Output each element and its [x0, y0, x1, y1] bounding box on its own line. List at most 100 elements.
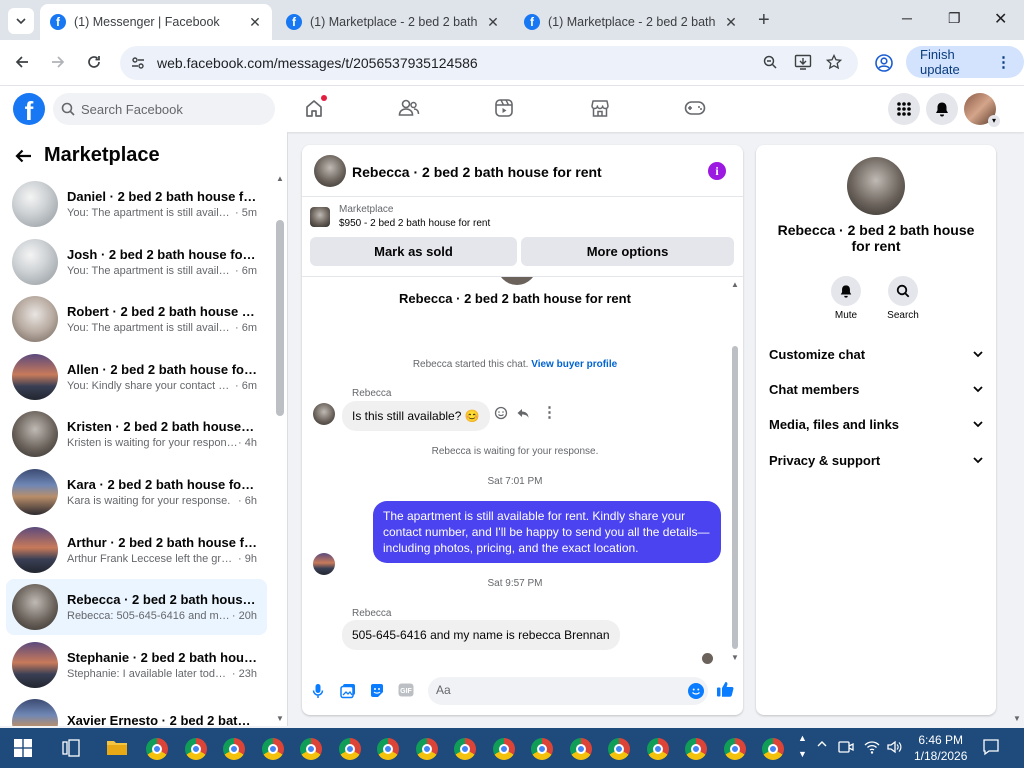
bookmark-star-icon[interactable]: [826, 54, 842, 70]
mute-button[interactable]: Mute: [826, 276, 866, 321]
section-chat-members[interactable]: Chat members: [769, 379, 983, 399]
close-tab-icon[interactable]: ✕: [724, 14, 738, 31]
sticker-icon[interactable]: [369, 683, 385, 699]
chrome-taskbar-icon[interactable]: [685, 738, 707, 760]
facebook-search[interactable]: [53, 93, 275, 125]
conversation-item[interactable]: Allen · 2 bed 2 bath house for r... You: …: [6, 349, 267, 405]
profile-icon[interactable]: [874, 53, 894, 73]
taskbar-clock[interactable]: 6:46 PM 1/18/2026: [914, 732, 967, 764]
chrome-taskbar-icon[interactable]: [184, 738, 207, 760]
thumbs-up-icon[interactable]: [716, 680, 734, 698]
mark-as-sold-button[interactable]: Mark as sold: [310, 237, 517, 266]
chrome-taskbar-icon[interactable]: [531, 738, 553, 760]
show-hidden-icons[interactable]: [816, 738, 828, 750]
close-tab-icon[interactable]: ✕: [486, 14, 500, 31]
conversation-item[interactable]: Stephanie · 2 bed 2 bath house ... Stepha…: [6, 637, 267, 693]
chrome-taskbar-icon[interactable]: [492, 738, 515, 760]
tab-marketplace-1[interactable]: f (1) Marketplace - 2 bed 2 bath house ✕: [276, 4, 510, 40]
view-buyer-profile-link[interactable]: View buyer profile: [531, 359, 617, 370]
chrome-taskbar-icon[interactable]: [261, 738, 284, 760]
section-privacy-support[interactable]: Privacy & support: [769, 450, 983, 470]
scroll-down-icon[interactable]: ▼: [731, 653, 739, 662]
message-composer[interactable]: [428, 677, 708, 705]
info-avatar[interactable]: [847, 157, 905, 215]
conversation-item[interactable]: Arthur · 2 bed 2 bath house for ... Arthu…: [6, 522, 267, 578]
chrome-taskbar-icon[interactable]: [300, 738, 322, 760]
tab-marketplace-2[interactable]: f (1) Marketplace - 2 bed 2 bath house ✕: [514, 4, 748, 40]
more-actions-icon[interactable]: ⋮: [542, 403, 557, 421]
task-view-icon[interactable]: [62, 739, 80, 757]
gaming-nav[interactable]: [684, 100, 706, 116]
notifications-button[interactable]: [926, 93, 958, 125]
camera-icon[interactable]: [838, 739, 854, 755]
outgoing-message[interactable]: The apartment is still available for ren…: [373, 501, 721, 563]
scroll-up-icon[interactable]: ▲: [276, 174, 284, 183]
message-input[interactable]: [436, 683, 676, 697]
conversation-item[interactable]: Kara · 2 bed 2 bath house for rent Kara i…: [6, 464, 267, 520]
taskbar-overflow-arrows[interactable]: ▲ ▼: [798, 730, 807, 762]
chrome-taskbar-icon[interactable]: [146, 738, 168, 760]
photo-icon[interactable]: [340, 683, 356, 699]
conversation-item[interactable]: Daniel · 2 bed 2 bath house for ... You: …: [6, 176, 267, 232]
chrome-taskbar-icon[interactable]: [569, 738, 592, 760]
chrome-taskbar-icon[interactable]: [454, 738, 476, 760]
emoji-icon[interactable]: [688, 683, 704, 699]
file-explorer-icon[interactable]: [106, 738, 128, 756]
reply-icon[interactable]: [516, 406, 530, 420]
page-scroll-down-icon[interactable]: ▼: [1013, 714, 1021, 723]
tab-search-button[interactable]: [8, 8, 34, 34]
friends-nav[interactable]: [398, 98, 420, 118]
address-bar[interactable]: web.facebook.com/messages/t/205653793512…: [120, 46, 858, 80]
reload-button[interactable]: [86, 54, 102, 70]
account-avatar[interactable]: ▾: [964, 93, 1000, 127]
tab-messenger[interactable]: f (1) Messenger | Facebook ✕: [40, 4, 272, 40]
chrome-taskbar-icon[interactable]: [762, 738, 784, 760]
site-controls-icon[interactable]: [130, 55, 146, 71]
menu-button[interactable]: [888, 93, 920, 125]
conversation-item[interactable]: Xavier Ernesto · 2 bed 2 bath ...: [6, 694, 267, 726]
microphone-icon[interactable]: [312, 683, 324, 699]
back-button[interactable]: [14, 54, 30, 70]
home-nav[interactable]: [304, 95, 327, 118]
forward-button[interactable]: [50, 54, 66, 70]
close-tab-icon[interactable]: ✕: [248, 14, 262, 31]
scroll-up-icon[interactable]: ▲: [731, 280, 739, 289]
conversation-item[interactable]: Kristen · 2 bed 2 bath house for... Krist…: [6, 406, 267, 462]
video-nav[interactable]: [494, 98, 514, 118]
scroll-down-icon[interactable]: ▼: [276, 714, 284, 723]
sidebar-scrollbar[interactable]: [276, 220, 284, 416]
search-conversation-button[interactable]: Search: [883, 276, 923, 321]
info-icon[interactable]: i: [708, 162, 726, 180]
new-tab-button[interactable]: +: [758, 9, 770, 32]
finish-update-button[interactable]: Finish update ⋮: [906, 46, 1024, 78]
minimize-button[interactable]: ─: [902, 10, 912, 26]
chrome-taskbar-icon[interactable]: [338, 738, 361, 760]
section-media-files-links[interactable]: Media, files and links: [769, 414, 983, 434]
volume-icon[interactable]: [886, 739, 902, 755]
chrome-taskbar-icon[interactable]: [223, 738, 245, 760]
chat-scrollbar[interactable]: [732, 346, 738, 649]
notifications-center-icon[interactable]: [982, 738, 1000, 756]
chat-avatar[interactable]: [314, 155, 346, 187]
restore-button[interactable]: ❐: [948, 10, 961, 27]
section-customize-chat[interactable]: Customize chat: [769, 344, 983, 364]
conversation-item[interactable]: Rebecca · 2 bed 2 bath house fo... Rebecc…: [6, 579, 267, 636]
close-window-button[interactable]: ✕: [994, 9, 1007, 29]
windows-start-icon[interactable]: [14, 739, 32, 757]
conversation-item[interactable]: Robert · 2 bed 2 bath house for ... You: …: [6, 291, 267, 347]
sender-avatar[interactable]: [313, 553, 335, 575]
sender-avatar[interactable]: [313, 403, 335, 425]
incoming-message[interactable]: 505-645-6416 and my name is rebecca Bren…: [342, 620, 620, 650]
chrome-taskbar-icon[interactable]: [377, 738, 399, 760]
back-arrow-icon[interactable]: [14, 148, 32, 164]
zoom-icon[interactable]: [762, 54, 778, 70]
chat-title[interactable]: Rebecca · 2 bed 2 bath house for rent: [352, 164, 602, 180]
install-app-icon[interactable]: [794, 54, 812, 70]
chrome-taskbar-icon[interactable]: [723, 738, 746, 760]
marketplace-nav[interactable]: [590, 98, 610, 118]
more-options-button[interactable]: More options: [521, 237, 734, 266]
facebook-logo[interactable]: f: [13, 93, 45, 125]
chrome-taskbar-icon[interactable]: [608, 738, 630, 760]
chrome-taskbar-icon[interactable]: [415, 738, 438, 760]
facebook-search-input[interactable]: [81, 101, 261, 117]
